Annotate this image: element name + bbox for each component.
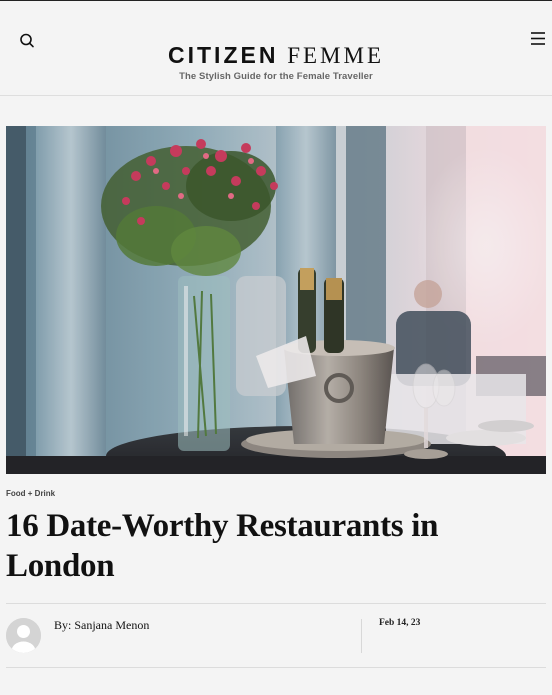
vertical-divider: [361, 619, 362, 653]
search-button[interactable]: [17, 31, 37, 51]
default-avatar-icon: [6, 618, 41, 653]
logo-word-femme: FEMME: [287, 43, 384, 68]
site-logo[interactable]: CITIZEN FEMME The Stylish Guide for the …: [120, 43, 432, 82]
article-category-link[interactable]: Food + Drink: [6, 489, 55, 498]
menu-button[interactable]: [528, 29, 548, 49]
logo-word-citizen: CITIZEN: [168, 42, 279, 68]
author-name-link[interactable]: Sanjana Menon: [74, 618, 149, 632]
logo-text: CITIZEN FEMME: [120, 43, 432, 68]
hamburger-menu-icon: [531, 32, 545, 45]
hero-image[interactable]: [6, 126, 546, 474]
author-avatar[interactable]: [6, 618, 41, 653]
divider: [6, 603, 546, 604]
restaurant-photo: [6, 126, 546, 474]
byline: By: Sanjana Menon: [54, 618, 149, 633]
divider: [6, 667, 546, 668]
site-header: CITIZEN FEMME The Stylish Guide for the …: [0, 1, 552, 96]
article-title: 16 Date-Worthy Restaurants in London: [6, 508, 439, 584]
publish-date: Feb 14, 23: [379, 618, 421, 628]
site-tagline: The Stylish Guide for the Female Travell…: [179, 71, 373, 82]
search-icon: [20, 33, 34, 48]
byline-prefix: By:: [54, 618, 72, 632]
